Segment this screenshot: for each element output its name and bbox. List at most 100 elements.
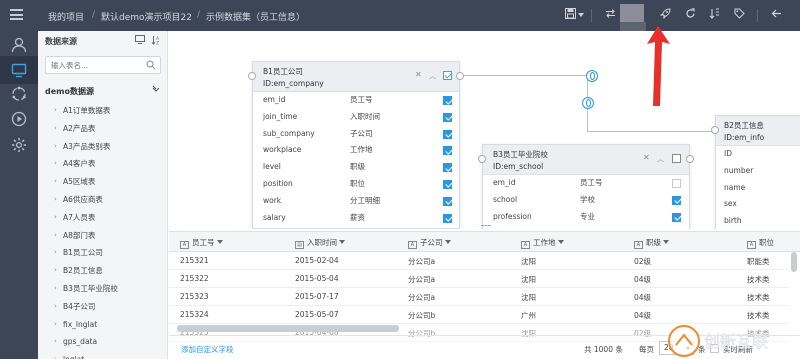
field-checkbox[interactable] <box>443 146 452 156</box>
resize-handle[interactable] <box>481 225 491 228</box>
field-checkbox[interactable] <box>672 179 681 188</box>
search-icon[interactable] <box>146 60 156 70</box>
table-tree-item[interactable]: › B3员工毕业院校 <box>38 280 168 298</box>
field-row[interactable]: ID <box>716 146 800 163</box>
field-checkbox[interactable] <box>443 179 452 189</box>
select-all-checkbox[interactable] <box>672 154 681 163</box>
connector-port[interactable] <box>456 72 464 80</box>
chevron-right-icon[interactable]: › <box>54 155 57 173</box>
table-row[interactable]: 215322 2015-05-04 分公司a 沈阳 04级 技术类 <box>169 270 789 288</box>
table-tree-item[interactable]: › B1员工公司 <box>38 244 168 262</box>
add-custom-field-link[interactable]: 添加自定义字段 <box>181 344 234 355</box>
connector-port[interactable] <box>686 155 694 163</box>
column-header-join-time[interactable]: ▤ 入职时间 <box>295 237 345 249</box>
column-header-employee-id[interactable]: A 员工号 <box>180 237 223 249</box>
field-checkbox[interactable] <box>443 112 452 122</box>
field-row[interactable]: sub_company 子公司 <box>253 126 459 143</box>
chevron-right-icon[interactable]: › <box>54 173 57 191</box>
refresh-icon[interactable] <box>683 8 697 22</box>
play-icon[interactable] <box>9 109 29 129</box>
table-tree-item[interactable]: › B4子公司 <box>38 298 168 316</box>
cycle-icon[interactable] <box>9 84 29 104</box>
table-tree-item[interactable]: › A6供应商表 <box>38 191 168 209</box>
close-icon[interactable]: ✕ <box>643 153 650 162</box>
column-header-workplace[interactable]: A 工作地 <box>521 237 564 249</box>
field-row[interactable]: workplace 工作地 <box>253 142 459 159</box>
select-all-checkbox[interactable] <box>443 71 452 80</box>
table-tree-item[interactable]: › A7人员表 <box>38 209 168 227</box>
table-row[interactable]: 215323 2015-07-17 分公司a 沈阳 04级 技术类 <box>169 288 789 306</box>
field-row[interactable]: number <box>716 163 800 180</box>
table-card-info[interactable]: B2员工信息 ID:em_info ID number name sex birth <box>715 115 800 229</box>
save-icon[interactable] <box>563 8 577 22</box>
field-checkbox[interactable] <box>443 213 452 223</box>
chevron-right-icon[interactable]: › <box>54 102 57 120</box>
monitor-icon[interactable] <box>0 56 38 84</box>
field-row[interactable]: em_id 员工号 <box>483 175 689 192</box>
column-header-level[interactable]: A 职级 <box>634 237 669 249</box>
user-icon[interactable] <box>9 35 29 55</box>
settings-icon[interactable] <box>9 135 29 155</box>
monitor-refresh-icon[interactable] <box>135 35 145 47</box>
chevron-right-icon[interactable]: › <box>54 280 57 298</box>
datasource-group-title[interactable]: demo数据源 <box>45 86 94 97</box>
table-card-company[interactable]: B1员工公司 ID:em_company ✕ ︿ em_id 员工号 join_ti… <box>252 61 460 229</box>
field-row[interactable]: birth <box>716 213 800 229</box>
table-search-input[interactable] <box>46 57 141 73</box>
table-tree-item[interactable]: › A5区域表 <box>38 173 168 191</box>
field-row[interactable]: em_id 员工号 <box>253 92 459 109</box>
sort-icon[interactable] <box>707 8 721 22</box>
chevron-right-icon[interactable]: › <box>54 120 57 138</box>
field-row[interactable]: name <box>716 180 800 197</box>
join-type-icon[interactable] <box>586 70 598 82</box>
column-header-position[interactable]: A 职位 <box>747 237 774 249</box>
table-tree-item[interactable]: › A2产品表 <box>38 120 168 138</box>
field-row[interactable]: position 职位 <box>253 176 459 193</box>
field-checkbox[interactable] <box>672 212 681 222</box>
chevron-right-icon[interactable]: › <box>54 316 57 334</box>
field-row[interactable]: level 职级 <box>253 159 459 176</box>
chevron-right-icon[interactable]: › <box>54 191 57 209</box>
swap-icon[interactable] <box>603 8 617 22</box>
tag-icon[interactable] <box>732 8 746 22</box>
chevron-right-icon[interactable]: › <box>54 138 57 156</box>
breadcrumb-my-projects[interactable]: 我的项目 <box>48 10 84 23</box>
connector-port[interactable] <box>248 72 256 80</box>
field-checkbox[interactable] <box>443 196 452 206</box>
connector-port[interactable] <box>478 155 486 163</box>
table-tree-item[interactable]: › A1订单数据表 <box>38 102 168 120</box>
chevron-up-icon[interactable]: ︿ <box>429 71 436 81</box>
save-dropdown-caret[interactable] <box>578 13 584 17</box>
back-arrow-icon[interactable] <box>769 8 783 22</box>
table-tree-item[interactable]: › gps_data <box>38 333 168 351</box>
field-checkbox[interactable] <box>443 163 452 173</box>
table-tree-item[interactable]: › A3产品类别表 <box>38 138 168 156</box>
horizontal-scrollbar[interactable] <box>177 325 399 332</box>
field-row[interactable]: sex <box>716 196 800 213</box>
close-icon[interactable]: ✕ <box>415 70 422 79</box>
table-tree-item[interactable]: › A8部门表 <box>38 227 168 245</box>
field-checkbox[interactable] <box>443 96 452 105</box>
join-type-icon[interactable] <box>582 97 594 109</box>
chevron-right-icon[interactable]: › <box>54 262 57 280</box>
chevron-right-icon[interactable]: › <box>54 351 57 359</box>
field-row[interactable]: school 学校 <box>483 192 689 209</box>
sort-az-icon[interactable]: AZ <box>151 35 161 48</box>
chevron-right-icon[interactable]: › <box>54 227 57 245</box>
field-row[interactable]: profession 专业 <box>483 209 689 226</box>
table-card-school[interactable]: B3员工毕业院校 ID:em_school ✕ ︿ em_id 员工号 school… <box>482 144 690 229</box>
chevron-right-icon[interactable]: › <box>54 244 57 262</box>
chevron-up-icon[interactable]: ︿ <box>657 154 664 164</box>
chevron-right-icon[interactable]: › <box>54 298 57 316</box>
chevron-right-icon[interactable]: › <box>54 209 57 227</box>
field-row[interactable]: join_time 入职时间 <box>253 109 459 126</box>
breadcrumb-project[interactable]: 默认demo演示项目22 <box>101 10 192 23</box>
collapse-arrows-icon[interactable] <box>152 85 161 96</box>
vertical-scrollbar[interactable] <box>791 252 797 272</box>
chevron-right-icon[interactable]: › <box>54 333 57 351</box>
table-tree-item[interactable]: › B2员工信息 <box>38 262 168 280</box>
table-tree-item[interactable]: › A4客户表 <box>38 155 168 173</box>
rocket-icon[interactable] <box>658 8 672 22</box>
table-tree-item[interactable]: › lnglat <box>38 351 168 359</box>
table-tree-item[interactable]: › fix_lnglat <box>38 316 168 334</box>
